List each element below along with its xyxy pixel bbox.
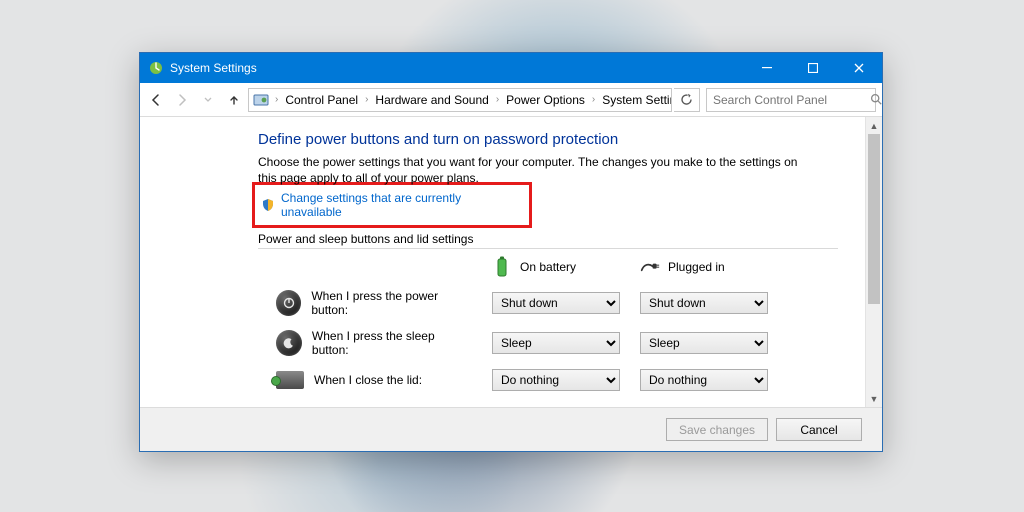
minimize-button[interactable] bbox=[744, 53, 790, 83]
chevron-right-icon[interactable]: › bbox=[363, 94, 370, 105]
sleep-icon bbox=[276, 330, 302, 356]
system-settings-window: System Settings › Control bbox=[139, 52, 883, 452]
power-icon bbox=[276, 290, 301, 316]
cancel-button[interactable]: Cancel bbox=[776, 418, 862, 441]
scroll-thumb[interactable] bbox=[868, 134, 880, 304]
annotation-highlight: Change settings that are currently unava… bbox=[252, 182, 532, 228]
content-pane: Define power buttons and turn on passwor… bbox=[140, 117, 865, 407]
recent-locations-button[interactable] bbox=[196, 88, 220, 112]
power-settings-grid: On battery Plugged in When I press the p… bbox=[274, 257, 845, 391]
button-bar: Save changes Cancel bbox=[140, 407, 882, 451]
close-button[interactable] bbox=[836, 53, 882, 83]
save-changes-button[interactable]: Save changes bbox=[666, 418, 768, 441]
change-unavailable-settings-link[interactable]: Change settings that are currently unava… bbox=[261, 191, 523, 219]
row-sleep-button: When I press the sleep button: bbox=[274, 329, 474, 357]
row-close-lid: When I close the lid: bbox=[274, 371, 474, 389]
breadcrumb-control-panel[interactable]: Control Panel bbox=[280, 89, 363, 111]
section-shutdown-settings: Shutdown settings bbox=[258, 405, 838, 407]
lid-plugged-select[interactable]: Do nothing bbox=[640, 369, 768, 391]
plug-icon bbox=[640, 257, 660, 277]
power-button-plugged-select[interactable]: Shut down bbox=[640, 292, 768, 314]
page-heading: Define power buttons and turn on passwor… bbox=[258, 131, 845, 148]
app-icon bbox=[148, 60, 164, 76]
search-input[interactable] bbox=[711, 92, 870, 108]
chevron-right-icon[interactable]: › bbox=[273, 94, 280, 105]
search-box[interactable] bbox=[706, 88, 876, 112]
power-button-battery-select[interactable]: Shut down bbox=[492, 292, 620, 314]
breadcrumb-system-settings[interactable]: System Settings bbox=[597, 89, 672, 111]
chevron-right-icon[interactable]: › bbox=[590, 94, 597, 105]
shield-icon bbox=[261, 198, 275, 212]
laptop-lid-icon bbox=[276, 371, 304, 389]
row-power-button: When I press the power button: bbox=[274, 289, 474, 317]
lid-battery-select[interactable]: Do nothing bbox=[492, 369, 620, 391]
scroll-up-button[interactable]: ▲ bbox=[866, 117, 882, 134]
address-bar-row: › Control Panel › Hardware and Sound › P… bbox=[140, 83, 882, 117]
breadcrumb-bar[interactable]: › Control Panel › Hardware and Sound › P… bbox=[248, 88, 672, 112]
sleep-button-plugged-select[interactable]: Sleep bbox=[640, 332, 768, 354]
control-panel-icon bbox=[253, 91, 269, 109]
refresh-button[interactable] bbox=[674, 88, 700, 112]
chevron-right-icon[interactable]: › bbox=[494, 94, 501, 105]
section-power-sleep-lid: Power and sleep buttons and lid settings bbox=[258, 232, 838, 249]
up-button[interactable] bbox=[222, 88, 246, 112]
titlebar[interactable]: System Settings bbox=[140, 53, 882, 83]
back-button[interactable] bbox=[144, 88, 168, 112]
battery-icon bbox=[492, 257, 512, 277]
change-unavailable-settings-text: Change settings that are currently unava… bbox=[281, 191, 523, 219]
maximize-button[interactable] bbox=[790, 53, 836, 83]
vertical-scrollbar[interactable]: ▲ ▼ bbox=[865, 117, 882, 407]
column-on-battery: On battery bbox=[492, 257, 622, 277]
search-icon bbox=[870, 93, 883, 106]
window-title: System Settings bbox=[170, 61, 257, 75]
page-description: Choose the power settings that you want … bbox=[258, 154, 818, 186]
column-plugged-in: Plugged in bbox=[640, 257, 770, 277]
scroll-down-button[interactable]: ▼ bbox=[866, 390, 882, 407]
forward-button[interactable] bbox=[170, 88, 194, 112]
sleep-button-battery-select[interactable]: Sleep bbox=[492, 332, 620, 354]
breadcrumb-power-options[interactable]: Power Options bbox=[501, 89, 590, 111]
breadcrumb-hardware-and-sound[interactable]: Hardware and Sound bbox=[370, 89, 493, 111]
